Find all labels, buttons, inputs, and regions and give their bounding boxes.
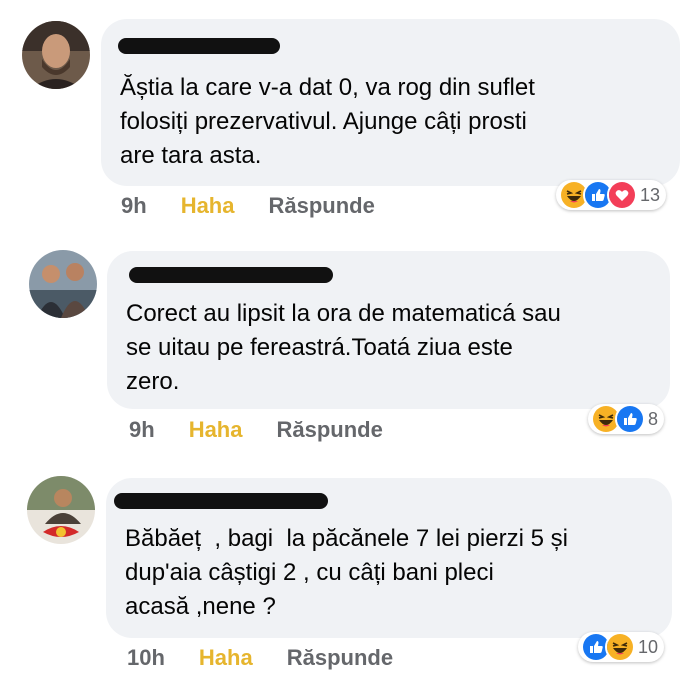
timestamp[interactable]: 10h <box>127 645 165 671</box>
redacted-author-name <box>129 267 333 283</box>
reaction-count: 10 <box>638 636 659 657</box>
haha-reaction-button[interactable]: Haha <box>199 645 253 671</box>
timestamp[interactable]: 9h <box>121 193 147 219</box>
reaction-summary[interactable]: 10 <box>578 632 665 662</box>
reply-button[interactable]: Răspunde <box>287 645 393 671</box>
avatar[interactable] <box>22 21 90 89</box>
timestamp[interactable]: 9h <box>129 417 155 443</box>
reaction-count: 8 <box>648 408 659 429</box>
love-icon <box>607 180 637 210</box>
comment-text: Corect au lipsit la ora de matematicá sa… <box>126 300 561 395</box>
comment-actions: 10h Haha Răspunde <box>127 645 393 671</box>
comment-actions: 9h Haha Răspunde <box>121 193 375 219</box>
reply-button[interactable]: Răspunde <box>268 193 374 219</box>
comment-text: Ăștia la care v-a dat 0, va rog din sufl… <box>120 74 535 169</box>
reaction-summary[interactable]: 13 <box>556 180 667 210</box>
like-icon <box>615 404 645 434</box>
haha-icon <box>605 632 635 662</box>
avatar[interactable] <box>29 250 97 318</box>
comment-text: Băbăeț , bagi la păcănele 7 lei pierzi 5… <box>125 525 568 620</box>
reaction-count: 13 <box>640 184 661 205</box>
comment-actions: 9h Haha Răspunde <box>129 417 383 443</box>
redacted-author-name <box>114 493 328 509</box>
avatar[interactable] <box>27 476 95 544</box>
haha-reaction-button[interactable]: Haha <box>181 193 235 219</box>
reply-button[interactable]: Răspunde <box>276 417 382 443</box>
redacted-author-name <box>118 38 280 54</box>
reaction-summary[interactable]: 8 <box>588 404 665 434</box>
haha-reaction-button[interactable]: Haha <box>189 417 243 443</box>
